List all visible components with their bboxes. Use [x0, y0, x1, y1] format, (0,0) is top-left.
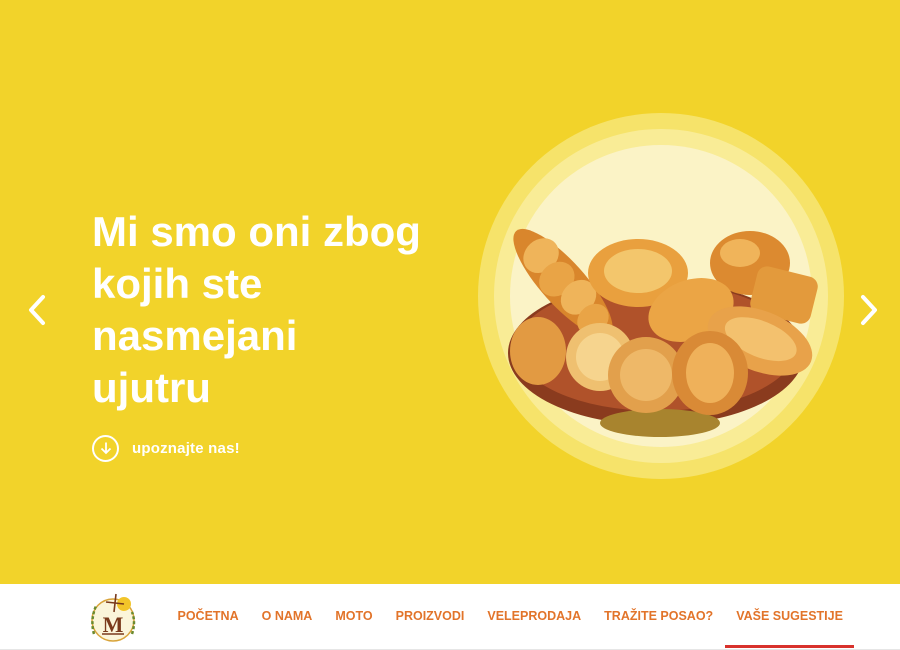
main-navigation: M POČETNA O NAMA MOTO PROIZVODI VELEPROD… — [0, 584, 900, 650]
nav-item-veleprodaja[interactable]: VELEPRODAJA — [476, 584, 593, 648]
slider-next-button[interactable] — [854, 290, 884, 330]
nav-item-trazite-posao[interactable]: TRAŽITE POSAO? — [593, 584, 725, 648]
hero-headline: Mi smo oni zbog kojih ste nasmejani ujut… — [92, 208, 421, 411]
nav-item-moto[interactable]: MOTO — [324, 584, 384, 648]
hero-slider: Mi smo oni zbog kojih ste nasmejani ujut… — [0, 0, 900, 584]
slider-prev-button[interactable] — [22, 290, 52, 330]
learn-more-label: upoznajte nas! — [132, 439, 240, 457]
arrow-down-circle-icon — [92, 434, 119, 462]
windmill-wheat-logo[interactable]: M — [84, 590, 142, 642]
nav-menu: POČETNA O NAMA MOTO PROIZVODI VELEPRODAJ… — [166, 584, 855, 648]
nav-item-pocetna[interactable]: POČETNA — [166, 584, 250, 648]
learn-more-link[interactable]: upoznajte nas! — [92, 434, 240, 462]
nav-item-vase-sugestije[interactable]: VAŠE SUGESTIJE — [724, 584, 855, 648]
pastry-basket-image — [508, 228, 818, 437]
chevron-right-icon — [861, 295, 877, 325]
nav-item-proizvodi[interactable]: PROIZVODI — [384, 584, 476, 648]
chevron-left-icon — [29, 295, 45, 325]
nav-item-o-nama[interactable]: O NAMA — [250, 584, 324, 648]
